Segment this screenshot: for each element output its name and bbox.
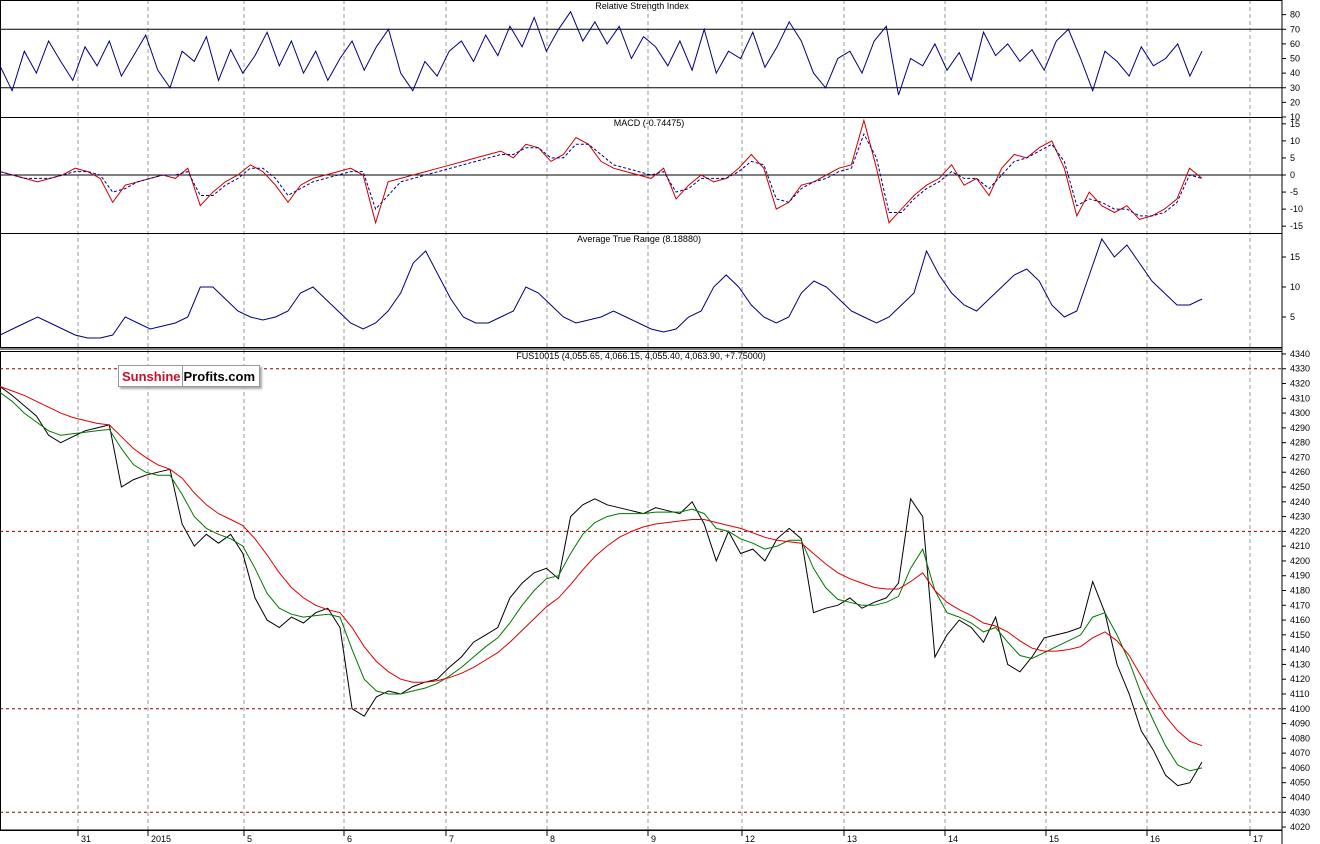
y-tick-label: 4180 [1290,586,1310,596]
y-tick-label: 0 [1290,170,1295,180]
price-panel-title: FUS10015 (4,055.65, 4,066.15, 4,055.40, … [516,351,765,361]
y-tick-label: 4270 [1290,452,1310,462]
y-tick-label: 4040 [1290,792,1310,802]
y-tick-label: 30 [1290,83,1300,93]
panel-border [0,233,1283,348]
sunshine-profits-logo: Sunshine Profits.com [118,365,261,387]
y-tick-label: 15 [1290,252,1300,262]
y-tick-label: 60 [1290,39,1300,49]
plot-layer [0,10,1203,787]
y-tick-label: 4210 [1290,541,1310,551]
y-tick-label: 4090 [1290,719,1310,729]
y-tick-label: 4330 [1290,364,1310,374]
y-tick-label: 4160 [1290,615,1310,625]
x-tick-label: 16 [1150,834,1160,844]
y-tick-label: 4300 [1290,408,1310,418]
series-line [0,386,1203,747]
y-tick-label: 4100 [1290,704,1310,714]
y-tick-label: 4060 [1290,763,1310,773]
x-tick-label: 7 [449,834,454,844]
x-tick-label: 8 [550,834,555,844]
y-tick-label: 4110 [1290,689,1309,699]
y-tick-label: 4260 [1290,467,1310,477]
y-tick-label: 4220 [1290,526,1310,536]
atr-panel-title: Average True Range (8.18880) [577,234,701,244]
rsi-panel-title: Relative Strength Index [595,1,689,11]
y-tick-label: 4200 [1290,556,1310,566]
stock-chart: 8070605040302010151050-5-10-151510543404… [0,0,1310,844]
y-tick-label: 4340 [1290,349,1310,359]
y-tick-label: 4250 [1290,482,1310,492]
macd-panel-title: MACD (-0.74475) [614,118,685,128]
y-tick-label: 4070 [1290,748,1310,758]
y-tick-label: 4020 [1290,822,1310,832]
y-tick-label: 5 [1290,312,1295,322]
y-tick-label: 50 [1290,54,1300,64]
x-tick-label: 12 [745,834,755,844]
y-tick-label: 40 [1290,68,1300,78]
y-tick-label: -15 [1290,221,1303,231]
series-line [0,237,1203,339]
y-tick-label: 4320 [1290,379,1310,389]
series-line [0,386,1203,787]
y-tick-label: 4280 [1290,438,1310,448]
y-tick-label: 4240 [1290,497,1310,507]
x-tick-label: 15 [1049,834,1059,844]
y-tick-label: 4030 [1290,807,1310,817]
y-tick-label: 4120 [1290,674,1310,684]
y-tick-label: 70 [1290,24,1300,34]
y-tick-label: 4140 [1290,645,1310,655]
x-tick-label: 14 [948,834,958,844]
y-tick-label: -10 [1290,204,1303,214]
x-tick-label: 5 [247,834,252,844]
y-tick-label: 4050 [1290,778,1310,788]
y-tick-label: 4310 [1290,393,1310,403]
y-tick-label: 15 [1290,119,1300,129]
y-tick-label: 4230 [1290,512,1310,522]
x-tick-label: 17 [1253,834,1263,844]
y-tick-label: 4080 [1290,733,1310,743]
panel-border [0,0,1283,118]
y-tick-label: -5 [1290,187,1298,197]
x-tick-label: 2015 [151,834,171,844]
logo-part-profits: Profits.com [183,368,256,384]
y-tick-label: 80 [1290,10,1300,20]
y-tick-label: 4150 [1290,630,1310,640]
y-tick-label: 5 [1290,153,1295,163]
y-tick-label: 10 [1290,282,1300,292]
y-tick-label: 4170 [1290,600,1310,610]
series-line [0,118,1203,225]
y-tick-label: 4130 [1290,659,1310,669]
y-tick-label: 20 [1290,97,1300,107]
x-tick-label: 9 [651,834,656,844]
x-tick-label: 31 [81,834,91,844]
series-line [0,10,1203,96]
x-tick-label: 6 [347,834,352,844]
y-tick-label: 4190 [1290,571,1310,581]
x-tick-label: 13 [847,834,857,844]
series-line [0,391,1203,772]
y-tick-label: 4290 [1290,423,1310,433]
logo-part-sunshine: Sunshine [119,366,183,386]
y-tick-label: 10 [1290,136,1300,146]
